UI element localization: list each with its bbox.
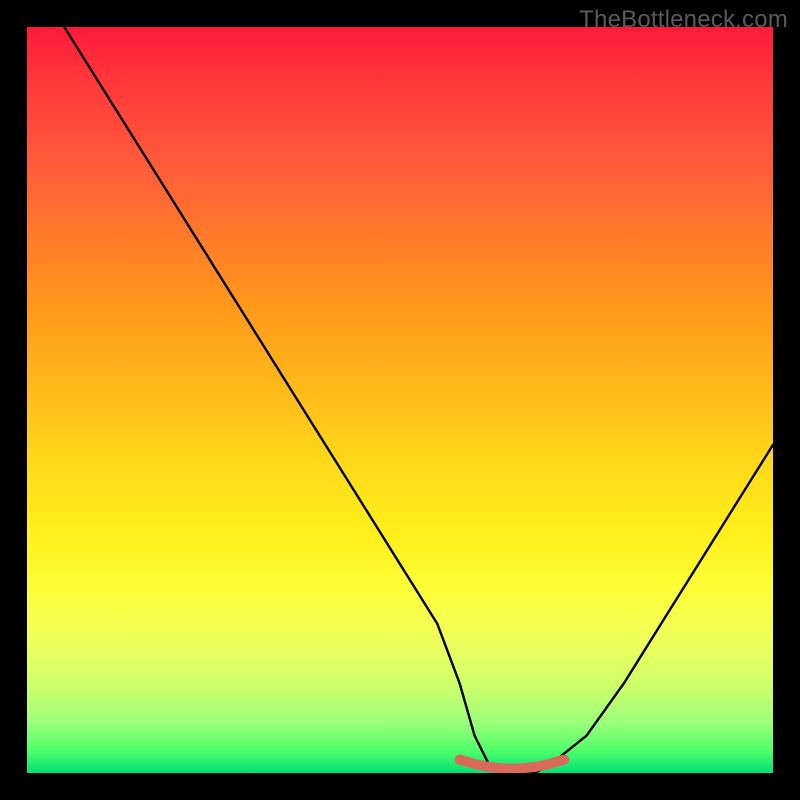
chart-container: TheBottleneck.com (0, 0, 800, 800)
plot-area (27, 27, 773, 773)
optimal-range-marker-line (460, 760, 564, 769)
bottleneck-curve-line (64, 27, 773, 773)
chart-svg (27, 27, 773, 773)
